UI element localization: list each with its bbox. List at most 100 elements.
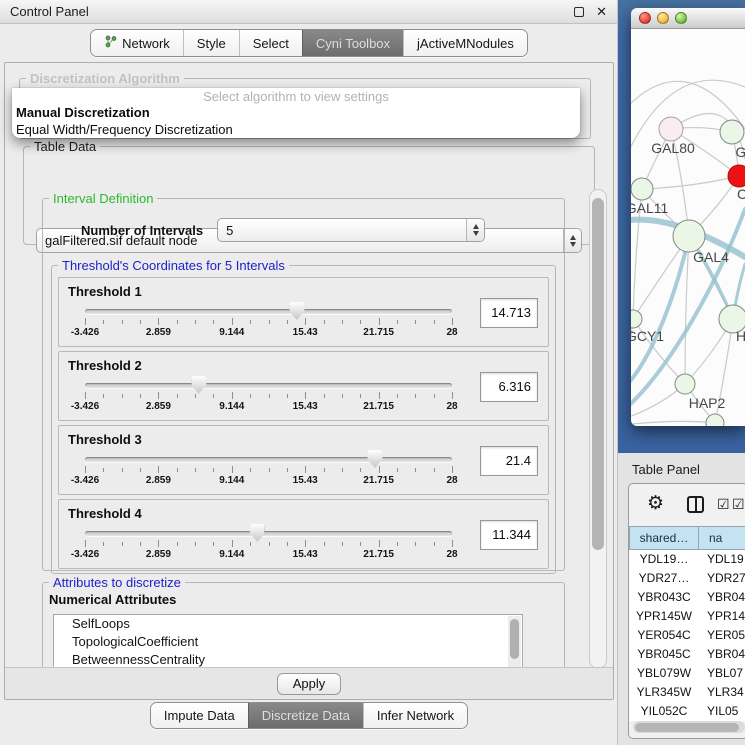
table-row[interactable]: YPR145WYPR14 — [629, 607, 745, 626]
cell-shared-name[interactable]: YBL079W — [629, 664, 699, 683]
threshold-label: Threshold 2 — [68, 358, 142, 373]
attributes-list-scrollbar[interactable] — [508, 616, 521, 667]
thresholds-group: Threshold's Coordinates for 5 Intervals … — [51, 258, 556, 574]
tab-impute-data[interactable]: Impute Data — [151, 703, 248, 728]
table-row[interactable]: YBL079WYBL07 — [629, 664, 745, 683]
network-node[interactable] — [659, 117, 683, 141]
close-traffic-light-icon[interactable] — [639, 12, 651, 24]
cell-shared-name[interactable]: YDR27… — [629, 569, 699, 588]
threshold-value-field[interactable]: 14.713 — [480, 298, 538, 328]
numerical-attributes-list[interactable]: SelfLoopsTopologicalCoefficientBetweenne… — [53, 614, 523, 667]
network-node[interactable] — [675, 374, 695, 394]
tab-label: jActiveMNodules — [417, 36, 514, 51]
algorithm-prompt-item[interactable]: Select algorithm to view settings — [12, 88, 580, 104]
threshold-row: Threshold 3 -3.4262.8599.14415.4321.7152… — [58, 425, 549, 495]
apply-button[interactable]: Apply — [277, 673, 341, 695]
tab-jactivemnodules[interactable]: jActiveMNodules — [403, 30, 527, 56]
attribute-list-item[interactable]: TopologicalCoefficient — [54, 633, 522, 651]
table-row[interactable]: YER054CYER05 — [629, 626, 745, 645]
number-of-intervals-combobox[interactable]: 5 — [217, 218, 485, 242]
threshold-value-field[interactable]: 21.4 — [480, 446, 538, 476]
cell-shared-name[interactable]: YDL19… — [629, 550, 699, 569]
scrollbar-thumb[interactable] — [592, 198, 604, 550]
cell-shared-name[interactable]: YBR043C — [629, 588, 699, 607]
network-desktop: GAL80GCGAL11GAL4GCY1HHAP2 — [618, 0, 745, 453]
tick-label: 15.43 — [293, 475, 318, 486]
slider-tick-labels: -3.4262.8599.14415.4321.71528 — [85, 401, 452, 414]
cell-name[interactable]: YDR27 — [699, 569, 745, 588]
tick-label: -3.426 — [71, 475, 99, 486]
cell-name[interactable]: YIL05 — [699, 702, 745, 721]
threshold-value-field[interactable]: 11.344 — [480, 520, 538, 550]
threshold-slider[interactable] — [85, 531, 452, 536]
table-row[interactable]: YDR27…YDR27 — [629, 569, 745, 588]
network-node[interactable] — [720, 120, 744, 144]
cell-name[interactable]: YBR04 — [699, 588, 745, 607]
tab-discretize-data[interactable]: Discretize Data — [248, 703, 363, 728]
network-node[interactable] — [728, 165, 745, 187]
tick-label: 9.144 — [219, 327, 244, 338]
network-view-window[interactable]: GAL80GCGAL11GAL4GCY1HHAP2 — [631, 8, 745, 426]
attribute-list-item[interactable]: BetweennessCentrality — [54, 651, 522, 667]
close-icon[interactable]: ✕ — [596, 7, 607, 17]
table-row[interactable]: YIL052CYIL05 — [629, 702, 745, 721]
threshold-value-field[interactable]: 6.316 — [480, 372, 538, 402]
tab-select[interactable]: Select — [239, 30, 302, 56]
column-header-shared-name[interactable]: shared… — [629, 526, 699, 550]
combo-stepper-icon[interactable] — [466, 219, 484, 241]
split-columns-icon[interactable] — [687, 496, 704, 513]
checkbox-checked-icon[interactable]: ☑ — [732, 497, 745, 511]
cell-name[interactable]: YER05 — [699, 626, 745, 645]
tab-style[interactable]: Style — [183, 30, 239, 56]
column-header-name[interactable]: na — [699, 526, 745, 550]
algorithm-menu-item[interactable]: Equal Width/Frequency Discretization — [12, 121, 580, 138]
cell-shared-name[interactable]: YER054C — [629, 626, 699, 645]
cell-name[interactable]: YLR34 — [699, 683, 745, 702]
threshold-slider[interactable] — [85, 309, 452, 314]
tab-label: Discretize Data — [262, 708, 350, 723]
table-header-row: shared… na — [629, 526, 745, 550]
float-window-icon[interactable] — [574, 7, 584, 17]
cell-shared-name[interactable]: YIL052C — [629, 702, 699, 721]
panel-vertical-scrollbar[interactable] — [589, 189, 607, 669]
scrollbar-thumb[interactable] — [510, 619, 519, 659]
table-row[interactable]: YDL19…YDL19 — [629, 550, 745, 569]
top-tab-group: NetworkStyleSelectCyni Toolbox jActiveMNo… — [90, 29, 528, 57]
checkbox-checked-icon[interactable]: ☑ — [717, 497, 730, 511]
threshold-slider[interactable] — [85, 383, 452, 388]
gear-icon[interactable]: ⚙ — [647, 494, 664, 513]
network-node[interactable] — [631, 310, 642, 328]
attribute-list-item[interactable]: SelfLoops — [54, 615, 522, 633]
algorithm-menu-item[interactable]: Manual Discretization — [12, 104, 580, 121]
tick-label: 21.715 — [363, 327, 394, 338]
network-node[interactable] — [631, 178, 653, 200]
scrollbar-thumb[interactable] — [635, 723, 739, 732]
threshold-slider[interactable] — [85, 457, 452, 462]
cell-name[interactable]: YBR04 — [699, 645, 745, 664]
cell-shared-name[interactable]: YPR145W — [629, 607, 699, 626]
tick-label: 28 — [446, 549, 457, 560]
tab-network[interactable]: Network — [91, 30, 183, 56]
network-canvas[interactable]: GAL80GCGAL11GAL4GCY1HHAP2 — [631, 29, 745, 426]
tab-infer-network[interactable]: Infer Network — [363, 703, 467, 728]
table-horizontal-scrollbar[interactable] — [633, 721, 745, 733]
node-label: C — [737, 186, 745, 202]
table-row[interactable]: YBR043CYBR04 — [629, 588, 745, 607]
table-row[interactable]: YLR345WYLR34 — [629, 683, 745, 702]
node-label: H — [736, 328, 745, 344]
table-row[interactable]: YBR045CYBR04 — [629, 645, 745, 664]
cell-shared-name[interactable]: YLR345W — [629, 683, 699, 702]
cell-name[interactable]: YBL07 — [699, 664, 745, 683]
tab-cyni-toolbox[interactable]: Cyni Toolbox — [302, 30, 403, 56]
network-window-titlebar — [631, 8, 745, 29]
cell-name[interactable]: YPR14 — [699, 607, 745, 626]
screen: Control Panel ✕ NetworkStyleSelectCyni T… — [0, 0, 745, 745]
cell-name[interactable]: YDL19 — [699, 550, 745, 569]
numerical-attributes-label: Numerical Attributes — [49, 592, 176, 607]
tick-label: 28 — [446, 475, 457, 486]
number-of-intervals-value: 5 — [218, 223, 466, 238]
zoom-traffic-light-icon[interactable] — [675, 12, 687, 24]
minimize-traffic-light-icon[interactable] — [657, 12, 669, 24]
cell-shared-name[interactable]: YBR045C — [629, 645, 699, 664]
network-node[interactable] — [673, 220, 705, 252]
